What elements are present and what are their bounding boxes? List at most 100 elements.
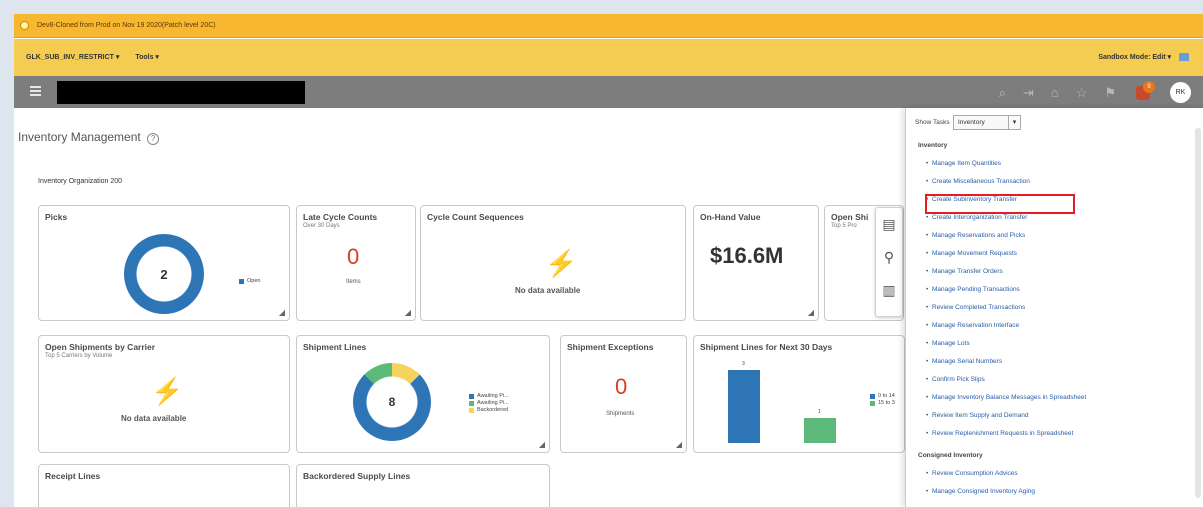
no-data-text: No data available [515,286,581,295]
task-link[interactable]: Manage Reservations and Picks [926,232,1025,239]
metric-value: $16.6M [710,243,784,268]
notification-badge: 9 [1143,80,1155,93]
task-link[interactable]: Review Item Supply and Demand [926,412,1028,419]
bar-label-0-14: 3 [742,361,745,367]
resize-icon[interactable]: ◢ [676,440,682,449]
card-title: Backordered Supply Lines [303,471,411,481]
show-tasks-select[interactable]: Inventory ▾ [953,115,1021,130]
receipt-lines-card[interactable]: Receipt Lines [38,464,290,507]
legend-label: Awaiting Pi... [477,393,509,399]
scrollbar[interactable] [1195,128,1201,498]
org-value: 200 [110,178,123,185]
shipment-lines-legend: Awaiting Pi... Awaiting Pi... Backordere… [469,393,509,414]
cycle-sequences-card[interactable]: Cycle Count Sequences ⚡ No data availabl… [420,205,686,321]
metric-value: 0 [615,374,628,399]
shipment-lines-donut: 8 [353,363,431,441]
show-tasks-label: Show Tasks [915,119,950,126]
zoom-icon[interactable]: ⚲ [876,241,902,274]
bar-0-14 [728,370,760,443]
card-title: Picks [45,212,68,222]
chevron-down-icon[interactable]: ▾ [1008,116,1020,129]
task-link[interactable]: Manage Pending Transactions [926,286,1020,293]
bar-15-30 [804,418,836,443]
task-link[interactable]: Review Completed Transactions [926,304,1025,311]
shipment-next-legend: 0 to 14 15 to 3 [870,393,895,407]
task-link[interactable]: Create Miscellaneous Transaction [926,178,1030,185]
favorites-icon[interactable]: ☆ [1076,85,1088,101]
task-link[interactable]: Review Replenishment Requests in Spreads… [926,430,1073,437]
task-link[interactable]: Review Consumption Advices [926,470,1018,477]
task-link[interactable]: Manage Reservation Interface [926,322,1019,329]
task-link[interactable]: Manage Serial Numbers [926,358,1002,365]
task-link[interactable]: Manage Consigned Inventory Aging [926,488,1035,495]
shipment-lines-card[interactable]: Shipment Lines 8 Awaiting Pi... Awaiting… [296,335,550,453]
resize-icon[interactable]: ◢ [405,308,411,317]
carrier-card[interactable]: Open Shipments by Carrier Top 5 Carriers… [38,335,290,453]
card-title: Receipt Lines [45,471,101,481]
metric-unit: Shipments [606,411,635,417]
legend-label: Awaiting Pi... [477,400,509,406]
legend-label: Open [247,278,261,284]
card-title: Shipment Lines [303,342,367,352]
picks-card[interactable]: Picks 2 Open ◢ [38,205,290,321]
card-subtitle: Top 5 Pro [831,223,857,229]
legend-label: 0 to 14 [878,393,895,399]
inventory-org: Inventory Organization 200 [38,178,122,185]
app-frame: Dev8-Cloned from Prod on Nov 19 2020(Pat… [14,14,1203,507]
onhand-value-card[interactable]: On-Hand Value $16.6M ◢ [693,205,819,321]
card-actions-toolbar: ▤ ⚲ ▥ [875,207,903,317]
legend-label: 15 to 3 [878,400,895,406]
card-title: Shipment Exceptions [567,342,654,352]
card-subtitle: Over 30 Days [303,223,340,229]
card-title: Open Shi [831,212,869,222]
shipment-exceptions-card[interactable]: Shipment Exceptions 0 Shipments ◢ [560,335,687,453]
document-icon[interactable]: ▤ [876,208,902,241]
card-title: Late Cycle Counts [303,212,378,222]
backordered-card[interactable]: Backordered Supply Lines [296,464,550,507]
card-subtitle: Top 5 Carriers by Volume [45,353,113,359]
task-link[interactable]: Manage Movement Requests [926,250,1017,257]
task-link[interactable]: Manage Item Quantities [926,160,1001,167]
sandbox-menu[interactable]: GLK_SUB_INV_RESTRICT ▾ [26,54,119,61]
task-link[interactable]: Manage Inventory Balance Messages in Spr… [926,394,1086,401]
navigator-icon[interactable] [1179,53,1189,62]
banner-text: Dev8-Cloned from Prod on Nov 19 2020(Pat… [37,22,216,29]
chart-icon[interactable]: ▥ [876,274,902,307]
card-title: Shipment Lines for Next 30 Days [700,342,833,352]
card-title: On-Hand Value [700,212,761,222]
donut-value: 2 [160,266,168,282]
card-title: Open Shipments by Carrier [45,342,156,352]
late-cycle-card[interactable]: Late Cycle Counts Over 30 Days 0 Items ◢ [296,205,416,321]
environment-banner: Dev8-Cloned from Prod on Nov 19 2020(Pat… [14,14,1203,38]
tasks-panel: Show Tasks Inventory ▾ Inventory Manage … [905,108,1203,507]
global-header: ⌕ ⇥ ⌂ ☆ ⚑ 9 RK [14,76,1203,108]
watchlist-icon[interactable]: ⚑ [1104,85,1116,101]
home-icon[interactable]: ⌂ [1051,85,1059,100]
resize-icon[interactable]: ◢ [539,440,545,449]
search-icon[interactable]: ⌕ [999,85,1006,101]
sandbox-mode-menu[interactable]: Sandbox Mode: Edit ▾ [1098,54,1171,61]
user-avatar[interactable]: RK [1170,82,1191,103]
resize-icon[interactable]: ◢ [279,308,285,317]
notifications-icon[interactable]: 9 [1136,80,1155,100]
task-link[interactable]: Confirm Pick Slips [926,376,985,383]
tools-menu[interactable]: Tools ▾ [135,54,159,61]
metric-unit: Items [346,279,361,285]
section-heading: Inventory [918,142,948,149]
card-title: Cycle Count Sequences [427,212,524,222]
menu-icon[interactable] [30,86,41,98]
picks-donut: 2 [124,234,204,314]
resize-icon[interactable]: ◢ [808,308,814,317]
page-title: Inventory Management ? [18,130,160,145]
sandbox-toolbar: GLK_SUB_INV_RESTRICT ▾ Tools ▾ Sandbox M… [14,39,1203,76]
lightning-icon: ⚡ [545,248,578,278]
help-icon[interactable]: ? [147,133,160,145]
task-link[interactable]: Manage Lots [926,340,970,347]
bar-label-15-30: 1 [818,409,821,415]
task-link[interactable]: Manage Transfer Orders [926,268,1003,275]
task-link[interactable]: Create Interorganization Transfer [926,214,1027,221]
page-title-text: Inventory Management [18,130,141,144]
org-label: Inventory Organization [38,178,109,185]
recent-items-icon[interactable]: ⇥ [1023,85,1034,101]
shipment-next-card[interactable]: Shipment Lines for Next 30 Days 3 1 0 to… [693,335,905,453]
